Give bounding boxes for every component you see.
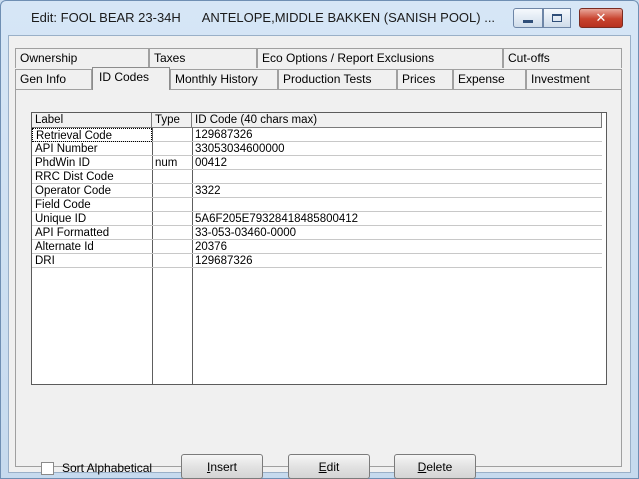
- id-codes-panel: Label Type ID Code (40 chars max) Retrie…: [15, 89, 622, 479]
- delete-accelerator: D: [417, 459, 427, 474]
- cell-type[interactable]: [152, 184, 192, 198]
- cell-id-code[interactable]: 00412: [192, 156, 602, 170]
- minimize-icon: [523, 19, 533, 23]
- table-row[interactable]: Unique ID 5A6F205E79328418485800412: [32, 212, 602, 226]
- cell-label[interactable]: API Formatted: [32, 226, 152, 240]
- cell-label[interactable]: Operator Code: [32, 184, 152, 198]
- edit-accelerator: E: [318, 459, 327, 474]
- cell-label[interactable]: Alternate Id: [32, 240, 152, 254]
- close-button[interactable]: ✕: [579, 8, 623, 28]
- cell-label[interactable]: Retrieval Code: [32, 128, 152, 142]
- cell-label[interactable]: API Number: [32, 142, 152, 156]
- cell-type[interactable]: [152, 226, 192, 240]
- delete-button[interactable]: Delete: [394, 454, 476, 479]
- table-row[interactable]: PhdWin ID num 00412: [32, 156, 602, 170]
- cell-id-code[interactable]: 33-053-03460-0000: [192, 226, 602, 240]
- edit-label: dit: [326, 459, 340, 474]
- title-bar[interactable]: Edit: FOOL BEAR 23-34H ANTELOPE,MIDDLE B…: [1, 1, 638, 35]
- tab-id-codes[interactable]: ID Codes: [92, 67, 170, 90]
- table-row[interactable]: DRI 129687326: [32, 254, 602, 268]
- cell-id-code[interactable]: 20376: [192, 240, 602, 254]
- insert-label: nsert: [210, 459, 238, 474]
- dialog-client-area: Ownership Taxes Eco Options / Report Exc…: [8, 35, 631, 479]
- table-row[interactable]: API Formatted 33-053-03460-0000: [32, 226, 602, 240]
- close-icon: ✕: [595, 10, 607, 26]
- edit-well-window: Edit: FOOL BEAR 23-34H ANTELOPE,MIDDLE B…: [0, 0, 639, 479]
- tab-eco-options[interactable]: Eco Options / Report Exclusions: [257, 48, 503, 68]
- tab-prices[interactable]: Prices: [397, 69, 453, 89]
- cell-label[interactable]: Unique ID: [32, 212, 152, 226]
- minimize-button[interactable]: [513, 8, 543, 28]
- cell-type[interactable]: [152, 240, 192, 254]
- table-row[interactable]: API Number 33053034600000: [32, 142, 602, 156]
- cell-type[interactable]: [152, 170, 192, 184]
- cell-label[interactable]: PhdWin ID: [32, 156, 152, 170]
- cell-type[interactable]: [152, 198, 192, 212]
- tab-monthly-history[interactable]: Monthly History: [170, 69, 278, 89]
- delete-label: elete: [426, 459, 453, 474]
- column-header-type[interactable]: Type: [152, 113, 192, 128]
- cell-id-code[interactable]: 5A6F205E79328418485800412: [192, 212, 602, 226]
- table-row[interactable]: RRC Dist Code: [32, 170, 602, 184]
- sort-alphabetical-checkbox[interactable]: [41, 461, 54, 475]
- window-title: Edit: FOOL BEAR 23-34H ANTELOPE,MIDDLE B…: [31, 10, 496, 25]
- table-row[interactable]: Operator Code 3322: [32, 184, 602, 198]
- cell-id-code[interactable]: [192, 170, 602, 184]
- insert-button[interactable]: Insert: [181, 454, 263, 479]
- sort-alphabetical-label: Sort Alphabetical: [62, 461, 153, 475]
- tab-cut-offs[interactable]: Cut-offs: [503, 48, 622, 68]
- cell-label[interactable]: Field Code: [32, 198, 152, 212]
- tab-investment[interactable]: Investment: [526, 69, 622, 89]
- maximize-icon: [552, 14, 562, 22]
- tab-gen-info[interactable]: Gen Info: [15, 69, 92, 89]
- cell-id-code[interactable]: 129687326: [192, 254, 602, 268]
- tab-expense[interactable]: Expense: [453, 69, 526, 89]
- cell-id-code[interactable]: 129687326: [192, 128, 602, 142]
- table-row[interactable]: Field Code: [32, 198, 602, 212]
- cell-type[interactable]: [152, 254, 192, 268]
- cell-type[interactable]: [152, 128, 192, 142]
- cell-label[interactable]: DRI: [32, 254, 152, 268]
- tab-production-tests[interactable]: Production Tests: [278, 69, 397, 89]
- cell-type[interactable]: [152, 142, 192, 156]
- cell-id-code[interactable]: 33053034600000: [192, 142, 602, 156]
- cell-id-code[interactable]: [192, 198, 602, 212]
- cell-type[interactable]: num: [152, 156, 192, 170]
- tab-ownership[interactable]: Ownership: [15, 48, 149, 68]
- cell-type[interactable]: [152, 212, 192, 226]
- cell-id-code[interactable]: 3322: [192, 184, 602, 198]
- table-row[interactable]: Retrieval Code 129687326: [32, 128, 602, 142]
- tab-taxes[interactable]: Taxes: [149, 48, 257, 68]
- table-row[interactable]: Alternate Id 20376: [32, 240, 602, 254]
- cell-label[interactable]: RRC Dist Code: [32, 170, 152, 184]
- edit-button[interactable]: Edit: [288, 454, 370, 479]
- column-header-id-code[interactable]: ID Code (40 chars max): [192, 113, 602, 128]
- id-codes-grid[interactable]: Label Type ID Code (40 chars max) Retrie…: [31, 112, 607, 385]
- column-header-label[interactable]: Label: [32, 113, 152, 128]
- maximize-button[interactable]: [543, 8, 571, 28]
- sort-alphabetical-option[interactable]: Sort Alphabetical: [41, 460, 152, 476]
